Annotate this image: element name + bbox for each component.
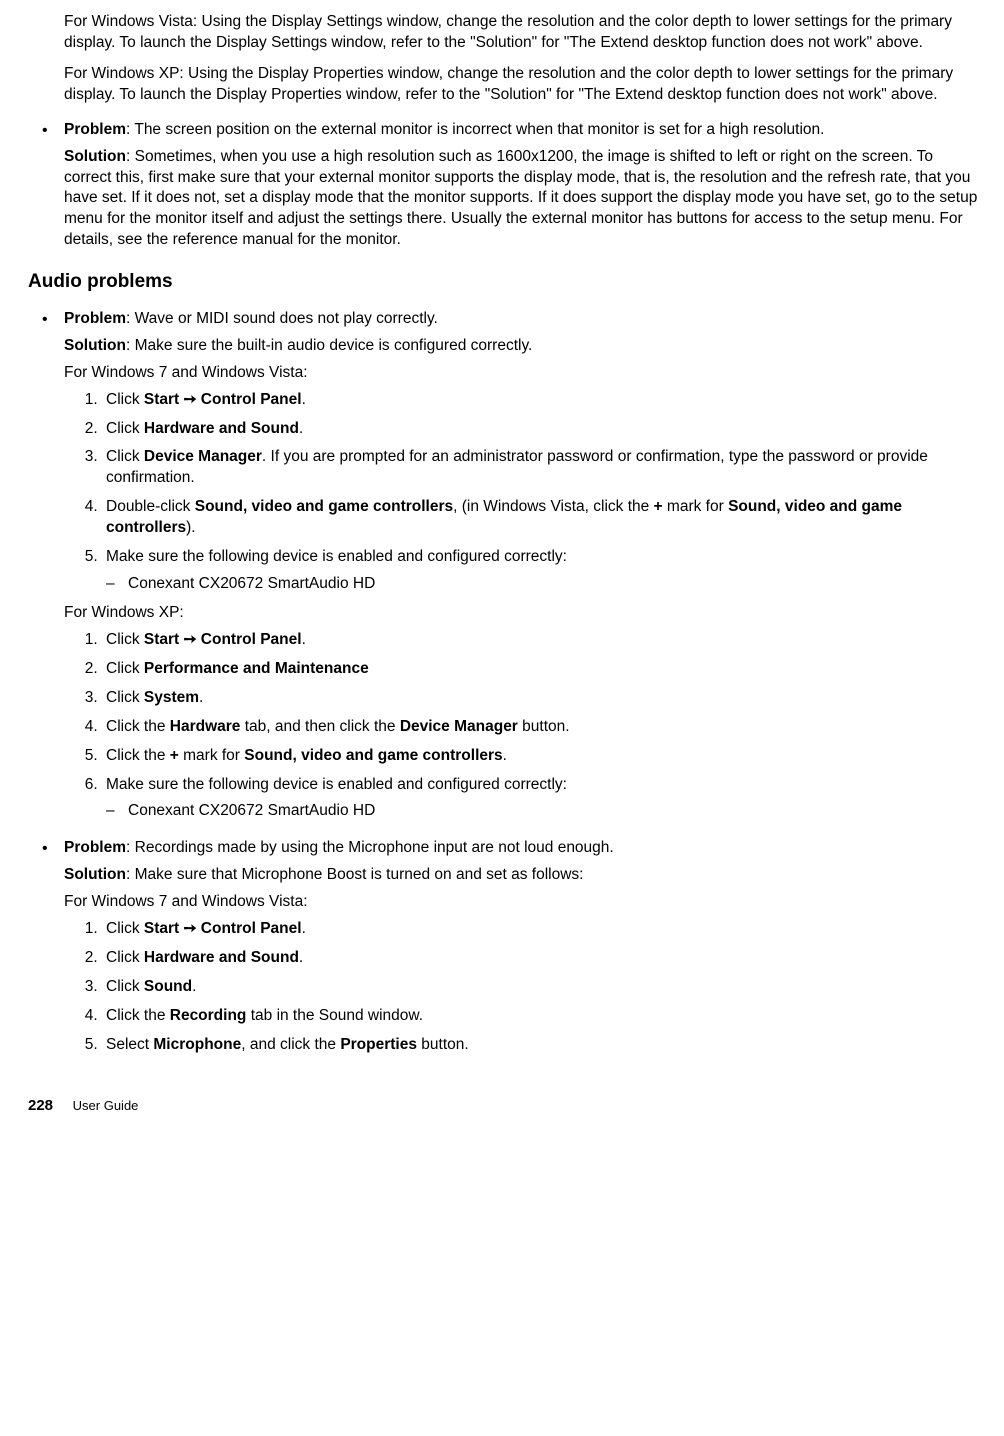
page-footer: 228 User Guide bbox=[28, 1096, 984, 1116]
device-item: Conexant CX20672 SmartAudio HD bbox=[128, 574, 984, 595]
step: Select Microphone, and click the Propert… bbox=[102, 1035, 984, 1056]
winxp-label: For Windows XP: bbox=[64, 603, 984, 624]
step: Click the Recording tab in the Sound win… bbox=[102, 1006, 984, 1027]
solution-line: Solution: Sometimes, when you use a high… bbox=[64, 147, 984, 252]
problem-line: Problem: Recordings made by using the Mi… bbox=[64, 838, 984, 859]
solution-line: Solution: Make sure that Microphone Boos… bbox=[64, 865, 984, 886]
audio-problem-microphone: Problem: Recordings made by using the Mi… bbox=[28, 838, 984, 1055]
step: Click Performance and Maintenance bbox=[102, 659, 984, 680]
problem-line: Problem: The screen position on the exte… bbox=[64, 120, 984, 141]
step: Click Hardware and Sound. bbox=[102, 948, 984, 969]
win7-vista-label: For Windows 7 and Windows Vista: bbox=[64, 363, 984, 384]
winxp-steps: Click Start ➙ Control Panel. Click Perfo… bbox=[64, 630, 984, 822]
doc-title: User Guide bbox=[73, 1098, 139, 1113]
audio-problems-heading: Audio problems bbox=[28, 269, 984, 295]
problem-line: Problem: Wave or MIDI sound does not pla… bbox=[64, 309, 984, 330]
step: Make sure the following device is enable… bbox=[102, 775, 984, 823]
solution-line: Solution: Make sure the built-in audio d… bbox=[64, 336, 984, 357]
display-problem-item: Problem: The screen position on the exte… bbox=[28, 120, 984, 252]
step: Click Device Manager. If you are prompte… bbox=[102, 447, 984, 489]
step: Click System. bbox=[102, 688, 984, 709]
device-list: Conexant CX20672 SmartAudio HD bbox=[106, 574, 984, 595]
top-paragraph-vista: For Windows Vista: Using the Display Set… bbox=[64, 12, 984, 54]
top-paragraph-xp: For Windows XP: Using the Display Proper… bbox=[64, 64, 984, 106]
step: Click Start ➙ Control Panel. bbox=[102, 630, 984, 651]
display-problem-list: Problem: The screen position on the exte… bbox=[28, 120, 984, 252]
mic-steps: Click Start ➙ Control Panel. Click Hardw… bbox=[64, 919, 984, 1056]
audio-problem-midi: Problem: Wave or MIDI sound does not pla… bbox=[28, 309, 984, 823]
step: Click Sound. bbox=[102, 977, 984, 998]
step: Click the + mark for Sound, video and ga… bbox=[102, 746, 984, 767]
win7-vista-label: For Windows 7 and Windows Vista: bbox=[64, 892, 984, 913]
step: Double-click Sound, video and game contr… bbox=[102, 497, 984, 539]
win7-steps: Click Start ➙ Control Panel. Click Hardw… bbox=[64, 390, 984, 595]
device-item: Conexant CX20672 SmartAudio HD bbox=[128, 801, 984, 822]
device-list: Conexant CX20672 SmartAudio HD bbox=[106, 801, 984, 822]
page-number: 228 bbox=[28, 1097, 53, 1114]
step: Click the Hardware tab, and then click t… bbox=[102, 717, 984, 738]
step: Click Start ➙ Control Panel. bbox=[102, 390, 984, 411]
step: Click Start ➙ Control Panel. bbox=[102, 919, 984, 940]
step: Click Hardware and Sound. bbox=[102, 419, 984, 440]
audio-problem-list: Problem: Wave or MIDI sound does not pla… bbox=[28, 309, 984, 1056]
step: Make sure the following device is enable… bbox=[102, 547, 984, 595]
